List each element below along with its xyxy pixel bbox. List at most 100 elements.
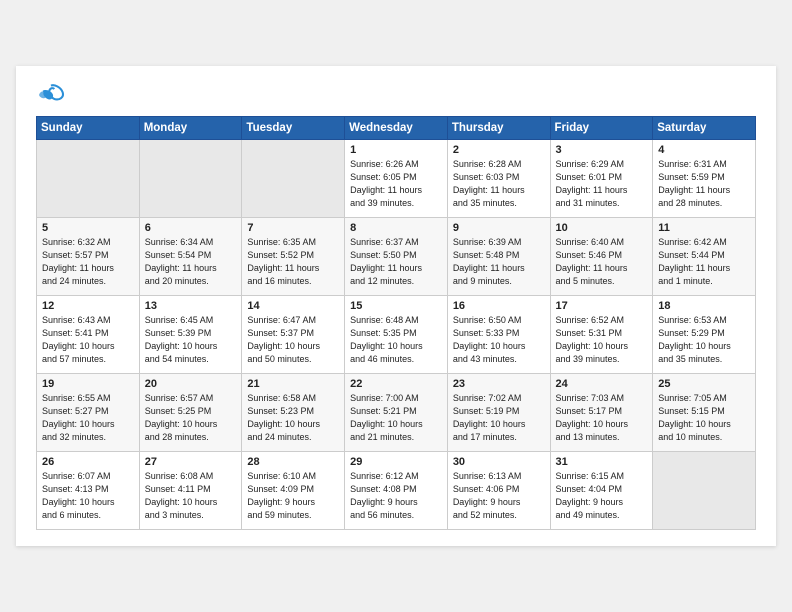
day-info: Sunrise: 6:43 AM Sunset: 5:41 PM Dayligh… [42, 314, 134, 366]
day-number: 3 [556, 144, 648, 156]
calendar-cell: 5Sunrise: 6:32 AM Sunset: 5:57 PM Daylig… [37, 218, 140, 296]
day-info: Sunrise: 6:40 AM Sunset: 5:46 PM Dayligh… [556, 236, 648, 288]
calendar-cell: 25 Sunrise: 7:05 AM Sunset: 5:15 PM Dayli… [653, 374, 756, 452]
day-info: Sunrise: 6:47 AM Sunset: 5:37 PM Dayligh… [247, 314, 339, 366]
day-info: Sunrise: 6:13 AM Sunset: 4:06 PM Dayligh… [453, 470, 545, 522]
calendar-cell: 27 Sunrise: 6:08 AM Sunset: 4:11 PM Dayli… [139, 452, 242, 530]
calendar-cell: 31Sunrise: 6:15 AM Sunset: 4:04 PM Dayli… [550, 452, 653, 530]
weekday-header-saturday: Saturday [653, 117, 756, 140]
calendar-cell: 3 Sunrise: 6:29 AM Sunset: 6:01 PM Daylig… [550, 140, 653, 218]
weekday-header-tuesday: Tuesday [242, 117, 345, 140]
day-info: Sunrise: 6:28 AM Sunset: 6:03 PM Dayligh… [453, 158, 545, 210]
day-number: 18 [658, 300, 750, 312]
calendar-week-1: 1 Sunrise: 6:26 AM Sunset: 6:05 PM Daylig… [37, 140, 756, 218]
logo [36, 82, 70, 106]
day-info: Sunrise: 6:55 AM Sunset: 5:27 PM Dayligh… [42, 392, 134, 444]
weekday-header-wednesday: Wednesday [345, 117, 448, 140]
calendar-cell: 18 Sunrise: 6:53 AM Sunset: 5:29 PM Dayli… [653, 296, 756, 374]
calendar-cell: 13Sunrise: 6:45 AM Sunset: 5:39 PM Dayli… [139, 296, 242, 374]
calendar-cell [242, 140, 345, 218]
day-info: Sunrise: 6:26 AM Sunset: 6:05 PM Dayligh… [350, 158, 442, 210]
calendar-cell: 16 Sunrise: 6:50 AM Sunset: 5:33 PM Dayli… [447, 296, 550, 374]
day-number: 28 [247, 456, 339, 468]
calendar-cell: 15 Sunrise: 6:48 AM Sunset: 5:35 PM Dayli… [345, 296, 448, 374]
header [36, 82, 756, 106]
day-info: Sunrise: 6:57 AM Sunset: 5:25 PM Dayligh… [145, 392, 237, 444]
calendar-cell: 6Sunrise: 6:34 AM Sunset: 5:54 PM Daylig… [139, 218, 242, 296]
day-info: Sunrise: 6:39 AM Sunset: 5:48 PM Dayligh… [453, 236, 545, 288]
weekday-header-row: SundayMondayTuesdayWednesdayThursdayFrid… [37, 117, 756, 140]
day-info: Sunrise: 6:45 AM Sunset: 5:39 PM Dayligh… [145, 314, 237, 366]
calendar-cell: 4 Sunrise: 6:31 AM Sunset: 5:59 PM Daylig… [653, 140, 756, 218]
day-number: 17 [556, 300, 648, 312]
day-number: 1 [350, 144, 442, 156]
calendar-cell: 20 Sunrise: 6:57 AM Sunset: 5:25 PM Dayli… [139, 374, 242, 452]
day-number: 9 [453, 222, 545, 234]
day-number: 29 [350, 456, 442, 468]
day-info: Sunrise: 6:32 AM Sunset: 5:57 PM Dayligh… [42, 236, 134, 288]
calendar-cell [653, 452, 756, 530]
calendar-cell: 19 Sunrise: 6:55 AM Sunset: 5:27 PM Dayli… [37, 374, 140, 452]
day-info: Sunrise: 6:58 AM Sunset: 5:23 PM Dayligh… [247, 392, 339, 444]
day-info: Sunrise: 6:37 AM Sunset: 5:50 PM Dayligh… [350, 236, 442, 288]
calendar-cell: 10 Sunrise: 6:40 AM Sunset: 5:46 PM Dayli… [550, 218, 653, 296]
logo-icon [36, 82, 66, 106]
day-number: 14 [247, 300, 339, 312]
day-info: Sunrise: 6:48 AM Sunset: 5:35 PM Dayligh… [350, 314, 442, 366]
day-info: Sunrise: 6:07 AM Sunset: 4:13 PM Dayligh… [42, 470, 134, 522]
day-info: Sunrise: 6:29 AM Sunset: 6:01 PM Dayligh… [556, 158, 648, 210]
calendar-cell: 29 Sunrise: 6:12 AM Sunset: 4:08 PM Dayli… [345, 452, 448, 530]
calendar-cell: 23 Sunrise: 7:02 AM Sunset: 5:19 PM Dayli… [447, 374, 550, 452]
weekday-header-thursday: Thursday [447, 117, 550, 140]
day-info: Sunrise: 6:08 AM Sunset: 4:11 PM Dayligh… [145, 470, 237, 522]
calendar-week-5: 26Sunrise: 6:07 AM Sunset: 4:13 PM Dayli… [37, 452, 756, 530]
day-info: Sunrise: 6:52 AM Sunset: 5:31 PM Dayligh… [556, 314, 648, 366]
day-number: 12 [42, 300, 134, 312]
day-number: 4 [658, 144, 750, 156]
weekday-header-friday: Friday [550, 117, 653, 140]
day-number: 20 [145, 378, 237, 390]
day-number: 23 [453, 378, 545, 390]
calendar-cell: 17 Sunrise: 6:52 AM Sunset: 5:31 PM Dayli… [550, 296, 653, 374]
day-info: Sunrise: 7:00 AM Sunset: 5:21 PM Dayligh… [350, 392, 442, 444]
calendar-table: SundayMondayTuesdayWednesdayThursdayFrid… [36, 116, 756, 530]
calendar-cell [139, 140, 242, 218]
calendar-week-2: 5Sunrise: 6:32 AM Sunset: 5:57 PM Daylig… [37, 218, 756, 296]
day-number: 7 [247, 222, 339, 234]
calendar-cell: 21 Sunrise: 6:58 AM Sunset: 5:23 PM Dayli… [242, 374, 345, 452]
day-info: Sunrise: 6:34 AM Sunset: 5:54 PM Dayligh… [145, 236, 237, 288]
day-info: Sunrise: 7:05 AM Sunset: 5:15 PM Dayligh… [658, 392, 750, 444]
day-number: 16 [453, 300, 545, 312]
day-number: 21 [247, 378, 339, 390]
calendar-cell: 24Sunrise: 7:03 AM Sunset: 5:17 PM Dayli… [550, 374, 653, 452]
day-info: Sunrise: 6:53 AM Sunset: 5:29 PM Dayligh… [658, 314, 750, 366]
day-info: Sunrise: 6:31 AM Sunset: 5:59 PM Dayligh… [658, 158, 750, 210]
day-number: 11 [658, 222, 750, 234]
day-info: Sunrise: 7:02 AM Sunset: 5:19 PM Dayligh… [453, 392, 545, 444]
day-number: 15 [350, 300, 442, 312]
calendar-cell: 1 Sunrise: 6:26 AM Sunset: 6:05 PM Daylig… [345, 140, 448, 218]
calendar-cell: 8 Sunrise: 6:37 AM Sunset: 5:50 PM Daylig… [345, 218, 448, 296]
calendar-cell: 22 Sunrise: 7:00 AM Sunset: 5:21 PM Dayli… [345, 374, 448, 452]
calendar-cell: 12 Sunrise: 6:43 AM Sunset: 5:41 PM Dayli… [37, 296, 140, 374]
calendar-cell: 7 Sunrise: 6:35 AM Sunset: 5:52 PM Daylig… [242, 218, 345, 296]
weekday-header-monday: Monday [139, 117, 242, 140]
day-number: 2 [453, 144, 545, 156]
day-number: 30 [453, 456, 545, 468]
day-number: 22 [350, 378, 442, 390]
day-number: 8 [350, 222, 442, 234]
calendar-week-3: 12 Sunrise: 6:43 AM Sunset: 5:41 PM Dayli… [37, 296, 756, 374]
day-number: 25 [658, 378, 750, 390]
day-info: Sunrise: 6:12 AM Sunset: 4:08 PM Dayligh… [350, 470, 442, 522]
day-info: Sunrise: 6:50 AM Sunset: 5:33 PM Dayligh… [453, 314, 545, 366]
day-number: 27 [145, 456, 237, 468]
day-info: Sunrise: 6:10 AM Sunset: 4:09 PM Dayligh… [247, 470, 339, 522]
day-number: 19 [42, 378, 134, 390]
calendar-cell: 9 Sunrise: 6:39 AM Sunset: 5:48 PM Daylig… [447, 218, 550, 296]
calendar-cell: 14 Sunrise: 6:47 AM Sunset: 5:37 PM Dayli… [242, 296, 345, 374]
day-info: Sunrise: 6:15 AM Sunset: 4:04 PM Dayligh… [556, 470, 648, 522]
day-info: Sunrise: 6:35 AM Sunset: 5:52 PM Dayligh… [247, 236, 339, 288]
day-info: Sunrise: 6:42 AM Sunset: 5:44 PM Dayligh… [658, 236, 750, 288]
calendar-cell: 2 Sunrise: 6:28 AM Sunset: 6:03 PM Daylig… [447, 140, 550, 218]
day-number: 10 [556, 222, 648, 234]
